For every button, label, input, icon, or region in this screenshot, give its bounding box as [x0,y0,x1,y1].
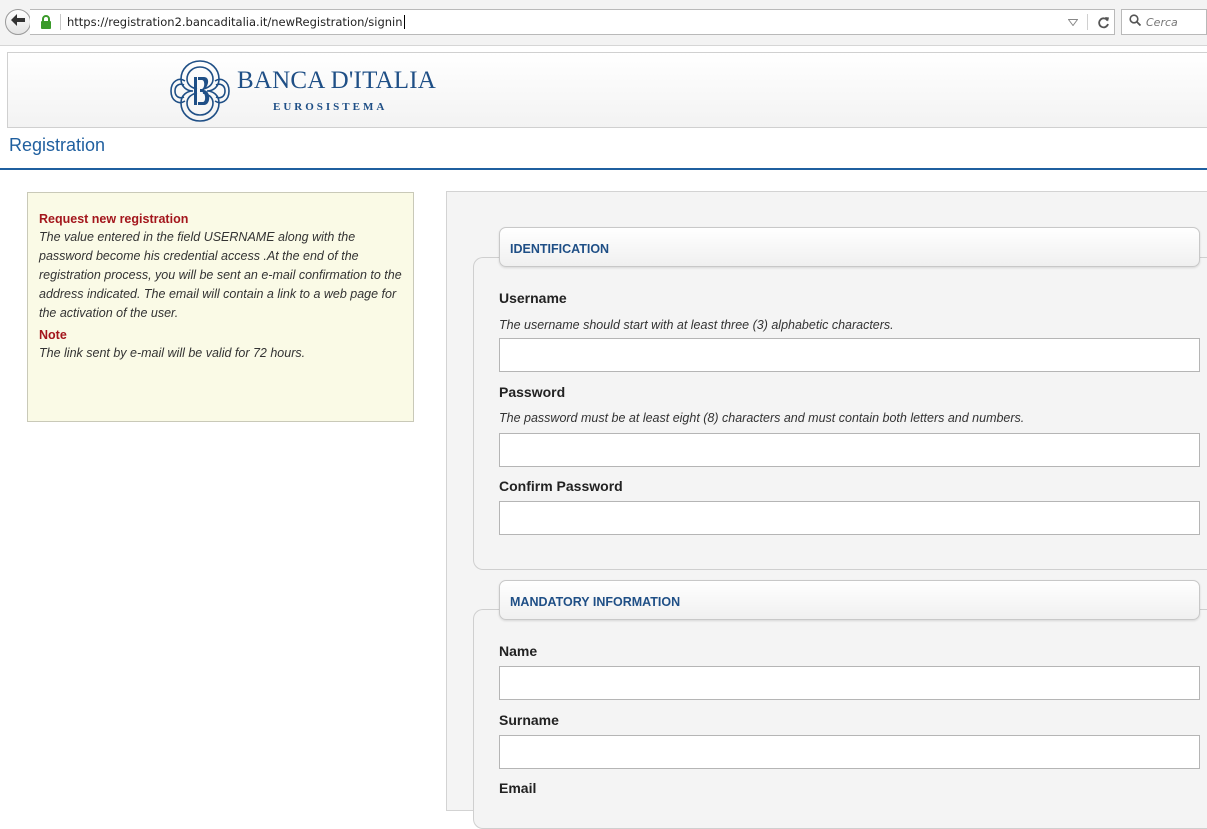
note-text: The link sent by e-mail will be valid fo… [39,346,306,360]
note-heading: Note [39,328,67,342]
address-separator-right [1087,14,1088,30]
lock-icon [40,15,52,29]
browser-search-box[interactable]: Cerca [1121,9,1207,35]
username-hint: The username should start with at least … [499,318,894,332]
username-input[interactable] [499,338,1200,372]
magnifier-icon [1129,13,1142,31]
brand-subtitle: EUROSISTEMA [273,101,388,113]
info-text: The value entered in the field USERNAME … [39,230,402,320]
name-input[interactable] [499,666,1200,700]
text-caret [403,15,405,29]
info-box: Request new registration The value enter… [27,192,414,422]
search-placeholder: Cerca [1146,15,1178,29]
username-label: Username [499,290,567,306]
page-title: Registration [9,135,106,155]
browser-toolbar: https://registration2.bancaditalia.it/ne… [0,0,1207,46]
mandatory-information-fieldset [473,609,1207,829]
confirm-password-input[interactable] [499,501,1200,535]
brand-name: BANCA D'ITALIA [237,67,437,94]
password-label: Password [499,384,566,400]
bank-emblem-icon [167,57,233,130]
address-separator [60,14,61,30]
back-arrow-icon [11,13,25,31]
password-hint: The password must be at least eight (8) … [499,411,1025,425]
reload-icon[interactable] [1092,16,1114,29]
address-bar[interactable]: https://registration2.bancaditalia.it/ne… [30,9,1115,35]
site-header: BANCA D'ITALIA EUROSISTEMA [7,52,1207,128]
dropdown-triangle-icon[interactable] [1063,18,1083,26]
surname-label: Surname [499,712,559,728]
url-text[interactable]: https://registration2.bancaditalia.it/ne… [67,15,403,29]
mandatory-information-legend: MANDATORY INFORMATION [499,580,1200,620]
identification-legend: IDENTIFICATION [499,227,1200,267]
back-button[interactable] [5,9,31,35]
info-heading: Request new registration [39,212,189,226]
confirm-password-label: Confirm Password [499,478,623,494]
email-label: Email [499,780,537,796]
title-divider [0,168,1207,170]
name-label: Name [499,643,538,659]
surname-input[interactable] [499,735,1200,769]
password-input[interactable] [499,433,1200,467]
